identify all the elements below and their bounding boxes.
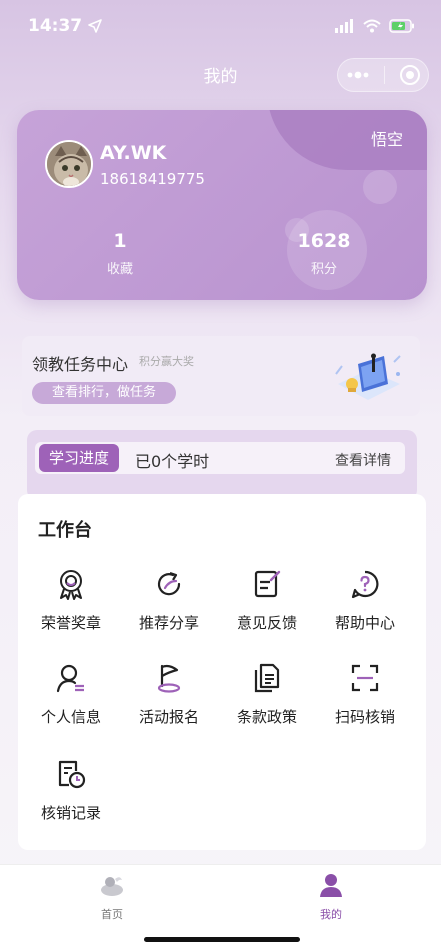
tab-mine[interactable]: 我的 (291, 871, 371, 922)
tab-home[interactable]: 首页 (72, 871, 152, 922)
mini-program-capsule (337, 58, 429, 92)
home-indicator (144, 937, 300, 942)
workbench-item-verify-records[interactable]: 核销记录 (20, 758, 122, 823)
favorites-label: 收藏 (106, 262, 133, 277)
workbench-item-feedback[interactable]: 意见反馈 (216, 568, 318, 633)
flag-icon (157, 664, 181, 693)
workbench-item-help-center[interactable]: 帮助中心 (314, 568, 416, 633)
workbench-item-label: 推荐分享 (138, 614, 199, 632)
record-icon (58, 760, 86, 789)
workbench-item-label: 意见反馈 (236, 614, 297, 632)
workbench-item-personal-info[interactable]: 个人信息 (20, 662, 122, 727)
task-illustration-icon (335, 353, 401, 400)
tab-mine-label: 我的 (320, 908, 342, 921)
capsule-divider (384, 66, 386, 84)
avatar[interactable] (45, 140, 93, 188)
status-time: 14:37 (28, 16, 83, 36)
help-icon (351, 570, 379, 599)
medal-icon (60, 570, 82, 600)
scan-icon (351, 664, 379, 692)
card-decoration (267, 110, 427, 170)
share-icon (157, 571, 181, 596)
workbench-item-label: 核销记录 (40, 804, 101, 822)
favorites-stat[interactable]: 1 收藏 (60, 230, 180, 277)
workbench-item-scan-verify[interactable]: 扫码核销 (314, 662, 416, 727)
more-icon[interactable] (345, 70, 371, 80)
wifi-icon (363, 19, 381, 33)
workbench-item-label: 条款政策 (236, 708, 297, 726)
progress-tag: 学习进度 (39, 444, 120, 472)
feedback-icon (254, 570, 281, 598)
user-info-icon (56, 664, 84, 693)
policy-icon (254, 663, 280, 693)
workbench-item-label: 扫码核销 (334, 708, 395, 726)
workbench-item-label: 帮助中心 (334, 614, 395, 632)
progress-hours: 已0个学时 (135, 452, 210, 471)
signal-icon (335, 19, 353, 33)
card-decoration-circle (363, 170, 397, 204)
cat-avatar-image (47, 142, 91, 186)
workbench-item-honor-medal[interactable]: 荣誉奖章 (20, 568, 122, 633)
learning-progress-bar[interactable]: 学习进度 已0个学时 查看详情 (35, 442, 405, 474)
task-center-card[interactable]: 领教任务中心 积分赢大奖 查看排行，做任务 (22, 336, 420, 416)
user-phone: 18618419775 (100, 170, 205, 188)
workbench-item-terms-policy[interactable]: 条款政策 (216, 662, 318, 727)
task-center-subtitle: 积分赢大奖 (139, 355, 194, 368)
close-mini-program-icon[interactable] (399, 64, 421, 86)
profile-card[interactable]: 悟空 AY.WK 18618419775 1 收藏 1628 积分 (17, 110, 427, 300)
task-center-title: 领教任务中心 (32, 355, 129, 374)
status-bar: 14:37 (0, 0, 441, 52)
user-name: AY.WK (100, 142, 167, 164)
points-count: 1628 (297, 230, 351, 252)
points-label: 积分 (310, 262, 337, 277)
workbench-panel: 工作台 荣誉奖章 推荐分享 意见反馈 帮助中心 个人信息 活动报名 条款政策 扫… (18, 494, 426, 850)
view-ranking-button[interactable]: 查看排行，做任务 (32, 382, 176, 404)
workbench-title: 工作台 (38, 520, 92, 541)
location-arrow-icon (88, 19, 102, 33)
view-details-link[interactable]: 查看详情 (335, 450, 391, 470)
user-icon (320, 874, 342, 897)
home-icon (101, 877, 123, 896)
favorites-count: 1 (113, 230, 127, 252)
workbench-item-share[interactable]: 推荐分享 (118, 568, 220, 633)
workbench-item-label: 个人信息 (40, 708, 101, 726)
points-stat[interactable]: 1628 积分 (264, 230, 384, 277)
learning-progress-card: 学习进度 已0个学时 查看详情 (27, 430, 417, 500)
battery-icon (389, 19, 414, 33)
workbench-item-activity-signup[interactable]: 活动报名 (118, 662, 220, 727)
level-badge: 悟空 (370, 130, 403, 149)
workbench-item-label: 活动报名 (138, 708, 199, 726)
tab-home-label: 首页 (101, 908, 123, 921)
workbench-item-label: 荣誉奖章 (40, 614, 101, 632)
